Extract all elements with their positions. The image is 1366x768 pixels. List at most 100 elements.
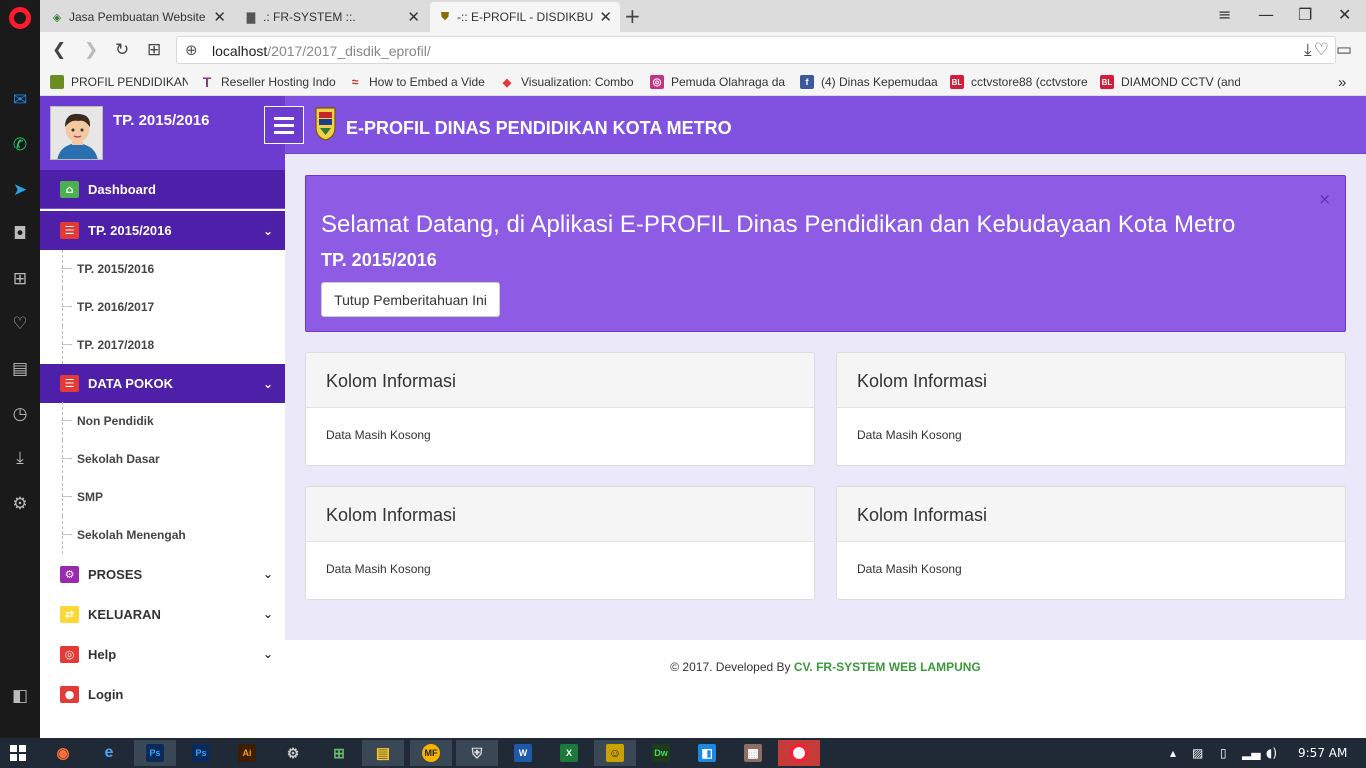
sidebar-item-label: PROSES	[88, 566, 143, 582]
taskbar-network[interactable]: ⊞	[318, 740, 360, 766]
taskbar-illustrator[interactable]: Ai	[226, 740, 268, 766]
back-icon[interactable]: ❮	[52, 40, 66, 60]
sidebar-item-data-pokok[interactable]: ☰ DATA POKOK ⌄	[40, 364, 285, 403]
sidebar-item-login[interactable]: ● Login	[40, 674, 285, 714]
close-icon[interactable]: ✕	[407, 8, 420, 26]
main-content: × Selamat Datang, di Aplikasi E-PROFIL D…	[285, 154, 1366, 640]
footer-developer-link[interactable]: CV. FR-SYSTEM WEB LAMPUNG	[794, 660, 981, 674]
signal-icon[interactable]: ▂▄	[1242, 746, 1260, 760]
whatsapp-icon[interactable]: ✆	[8, 133, 32, 157]
address-bar[interactable]: ⊕ localhost/2017/2017_disdik_eprofil/ ♡	[176, 36, 1336, 64]
crest-logo-icon	[314, 106, 337, 141]
bookmark-label: Visualization: Combo	[521, 75, 634, 89]
download-icon[interactable]: ⤓	[1304, 40, 1312, 60]
news-icon[interactable]: ▤	[8, 357, 32, 381]
shield-icon: ⛨	[471, 744, 483, 761]
sidebar-subitem-label: TP. 2017/2018	[77, 338, 155, 352]
taskbar-photoshop-2[interactable]: Ps	[180, 740, 222, 766]
close-icon[interactable]: ✕	[213, 8, 226, 26]
sidebar-toggle-icon[interactable]: ◧	[8, 684, 32, 708]
sidebar-item-dashboard[interactable]: ⌂ Dashboard	[40, 170, 285, 208]
windows-start-icon[interactable]	[10, 745, 26, 761]
sidebar-item-keluaran[interactable]: ⇄ KELUARAN ⌄	[40, 594, 285, 634]
sidebar-subitem-non-pendidik[interactable]: Non Pendidik	[40, 402, 285, 440]
taskbar-file-explorer[interactable]: ▤	[362, 740, 404, 766]
tab-menu-icon[interactable]: ≡	[1218, 5, 1231, 24]
history-icon[interactable]: ◷	[8, 402, 32, 426]
volume-icon[interactable]: ◖)	[1266, 746, 1277, 760]
taskbar-app[interactable]: ☺	[594, 740, 636, 766]
taskbar-app-2[interactable]: ◧	[686, 740, 728, 766]
alert-close-button[interactable]: ×	[1318, 190, 1331, 208]
tray-chevron-icon[interactable]: ▴	[1170, 746, 1176, 760]
download-icon[interactable]: ⤓	[8, 446, 32, 470]
taskbar-opera[interactable]	[778, 740, 820, 766]
tray-app-icon[interactable]: ▨	[1192, 746, 1203, 760]
opera-logo-icon[interactable]	[9, 7, 31, 29]
sidebar-item-label: TP. 2015/2016	[88, 223, 172, 238]
chevron-down-icon: ⌄	[262, 607, 273, 621]
tab-e-profil[interactable]: ⛊ -:: E-PROFIL - DISDIKBUD ✕	[430, 2, 620, 32]
forward-icon[interactable]: ❯	[84, 40, 98, 60]
restore-icon[interactable]: ❐	[1298, 5, 1312, 24]
settings-icon[interactable]: ⚙	[8, 492, 32, 516]
bookmark-item[interactable]: ◎ Pemuda Olahraga da	[650, 74, 788, 90]
user-panel-title: TP. 2015/2016	[113, 112, 210, 129]
url-path: /2017/2017_disdik_eprofil/	[267, 43, 431, 59]
tab-fr-system[interactable]: ▇ .: FR-SYSTEM ::. ✕	[236, 2, 428, 32]
app-icon: ◧	[698, 744, 716, 762]
battery-icon[interactable]: ▯	[1220, 746, 1227, 760]
sidebar-subitem-sekolah-menengah[interactable]: Sekolah Menengah	[40, 516, 285, 554]
bookmark-item[interactable]: T Reseller Hosting Indo	[200, 74, 338, 90]
sidebar-item-tp[interactable]: ☰ TP. 2015/2016 ⌄	[40, 211, 285, 250]
taskbar-shield[interactable]: ⛨	[456, 740, 498, 766]
taskbar-firefox[interactable]: ◉	[42, 740, 84, 766]
sidebar-item-proses[interactable]: ⚙ PROSES ⌄	[40, 554, 285, 594]
taskbar-mf[interactable]: MF	[410, 740, 452, 766]
url-text[interactable]: localhost/2017/2017_disdik_eprofil/	[212, 43, 431, 59]
tab-jasa[interactable]: ◈ Jasa Pembuatan Website d ✕	[42, 2, 234, 32]
taskbar-dreamweaver[interactable]: Dw	[640, 740, 682, 766]
footer-copyright: © 2017. Developed By	[670, 660, 794, 674]
new-tab-button[interactable]: +	[624, 4, 641, 28]
bookmark-item[interactable]: f (4) Dinas Kepemudaa	[800, 74, 938, 90]
close-notification-button[interactable]: Tutup Pemberitahuan Ini	[321, 282, 500, 317]
messenger-icon[interactable]: ✉	[8, 88, 32, 112]
speed-dial-icon[interactable]: ⊞	[8, 267, 32, 291]
sidebar-subitem-smp[interactable]: SMP	[40, 478, 285, 516]
taskbar-ie[interactable]: e	[88, 740, 130, 766]
menu-toggle-button[interactable]	[264, 106, 304, 144]
taskbar-notes[interactable]: ▦	[732, 740, 774, 766]
sidebar-item-help[interactable]: ◎ Help ⌄	[40, 634, 285, 674]
sidebar-subitem-sekolah-dasar[interactable]: Sekolah Dasar	[40, 440, 285, 478]
bookmark-label: PROFIL PENDIDIKAN	[71, 75, 188, 89]
sidebar-subitem-tp-2017[interactable]: TP. 2017/2018	[40, 326, 285, 364]
window-close-icon[interactable]: ✕	[1338, 5, 1351, 24]
speed-dial-grid-icon[interactable]: ⊞	[147, 40, 161, 60]
bookmark-item[interactable]: ◆ Visualization: Combo	[500, 74, 638, 90]
firefox-icon: ◉	[56, 745, 70, 762]
taskbar-tool[interactable]: ⚙	[272, 740, 314, 766]
taskbar-word[interactable]: W	[502, 740, 544, 766]
photoshop-icon: Ps	[146, 744, 164, 762]
taskbar-excel[interactable]: X	[548, 740, 590, 766]
close-icon[interactable]: ✕	[599, 8, 612, 26]
word-icon: W	[514, 744, 532, 762]
reload-icon[interactable]: ↻	[115, 40, 129, 60]
taskbar-photoshop[interactable]: Ps	[134, 740, 176, 766]
clock[interactable]: 9:57 AM	[1298, 746, 1347, 760]
list-icon: ☰	[60, 375, 79, 392]
bookmark-item[interactable]: BL cctvstore88 (cctvstore	[950, 74, 1088, 90]
bookmark-item[interactable]: BL DIAMOND CCTV (and	[1100, 74, 1240, 90]
bookmark-heart-icon[interactable]: ♡	[1314, 40, 1329, 60]
bookmarks-more-button[interactable]: »	[1338, 74, 1346, 90]
minimize-icon[interactable]: —	[1258, 5, 1274, 24]
sidebar-subitem-tp-2015[interactable]: TP. 2015/2016	[40, 250, 285, 288]
sidebar-subitem-tp-2016[interactable]: TP. 2016/2017	[40, 288, 285, 326]
telegram-icon[interactable]: ➤	[8, 178, 32, 202]
bookmark-item[interactable]: ≈ How to Embed a Vide	[348, 74, 488, 90]
camera-icon[interactable]: ◘	[8, 222, 32, 246]
battery-saver-icon[interactable]: ▭	[1336, 40, 1352, 60]
bookmark-item[interactable]: PROFIL PENDIDIKAN	[50, 74, 188, 90]
heart-icon[interactable]: ♡	[8, 312, 32, 336]
